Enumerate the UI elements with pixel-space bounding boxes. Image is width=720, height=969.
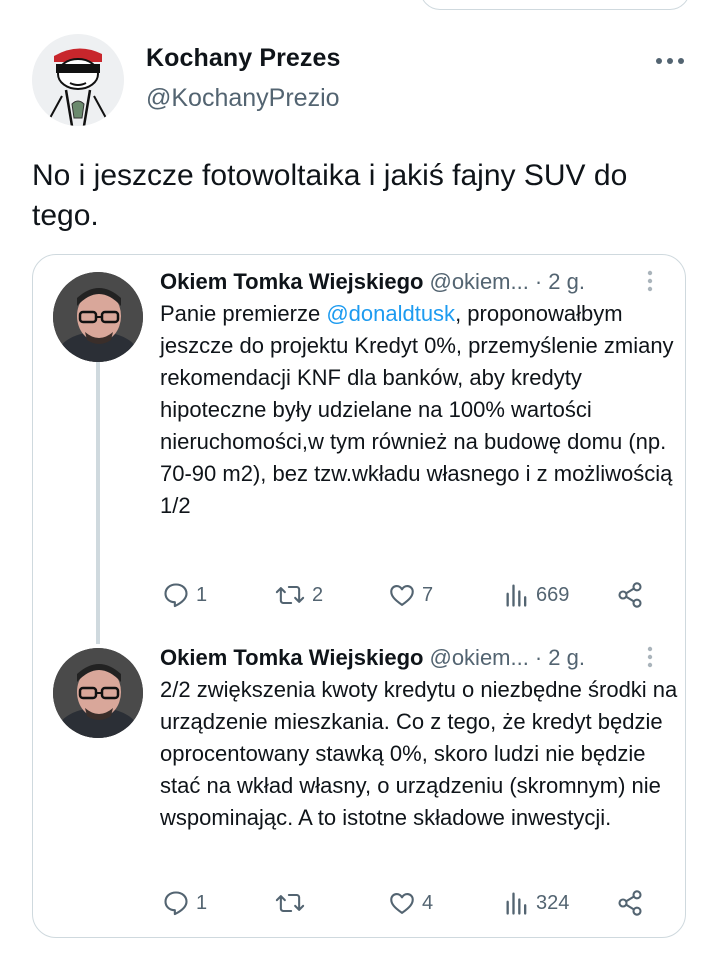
quoted-author-handle[interactable]: @okiem... — [429, 645, 528, 671]
quoted-tweet-actions: 1 2 7 669 — [0, 578, 720, 612]
views-button[interactable]: 669 — [504, 578, 569, 612]
quoted-author-avatar[interactable] — [53, 272, 143, 362]
quoted-text-rest: , proponowałbym jeszcze do projektu Kred… — [160, 301, 674, 518]
like-button[interactable]: 7 — [388, 578, 433, 612]
share-icon — [618, 890, 642, 916]
quoted-tweet-header: Okiem Tomka Wiejskiego @okiem... · 2 g. — [160, 642, 585, 674]
quoted-tweet-time[interactable]: · 2 g. — [535, 645, 585, 671]
heart-icon — [390, 584, 414, 606]
reply-button[interactable]: 1 — [162, 886, 207, 920]
author-handle[interactable]: @KochanyPrezio — [146, 84, 340, 113]
retweet-button[interactable] — [274, 886, 312, 920]
tweet-text: No i jeszcze fotowoltaika i jakiś fajny … — [32, 159, 628, 232]
views-count: 669 — [536, 583, 570, 606]
reply-count: 1 — [196, 891, 208, 914]
quoted-tweet-text: Panie premierze @donaldtusk, proponowałb… — [160, 298, 680, 522]
retweet-icon — [275, 893, 305, 913]
retweet-icon — [275, 585, 305, 605]
quoted-author-name[interactable]: Okiem Tomka Wiejskiego — [160, 269, 423, 295]
mention-link[interactable]: @donaldtusk — [326, 301, 455, 326]
reply-icon — [164, 891, 188, 916]
quoted-author-handle[interactable]: @okiem... — [429, 269, 528, 295]
reply-button[interactable]: 1 — [162, 578, 207, 612]
like-button[interactable]: 4 — [388, 886, 433, 920]
author-avatar[interactable] — [32, 34, 124, 126]
more-options-icon[interactable] — [650, 46, 690, 76]
views-count: 324 — [536, 891, 570, 914]
share-button[interactable] — [616, 578, 644, 612]
quoted-more-options-icon[interactable] — [640, 266, 660, 296]
like-count: 7 — [422, 583, 434, 606]
reply-icon — [164, 583, 188, 608]
retweet-button[interactable]: 2 — [274, 578, 323, 612]
reply-count: 1 — [196, 583, 208, 606]
views-button[interactable]: 324 — [504, 886, 569, 920]
quoted-tweet-header: Okiem Tomka Wiejskiego @okiem... · 2 g. — [160, 266, 585, 298]
quoted-author-avatar[interactable] — [53, 648, 143, 738]
quoted-text-start: Panie premierze — [160, 301, 327, 326]
like-count: 4 — [422, 891, 434, 914]
share-icon — [618, 582, 642, 608]
views-chart-icon — [506, 892, 527, 915]
person-photo-icon — [53, 272, 143, 362]
quoted-author-name[interactable]: Okiem Tomka Wiejskiego — [160, 645, 423, 671]
quoted-tweet-time[interactable]: · 2 g. — [535, 269, 585, 295]
previous-action-pill[interactable] — [420, 0, 690, 10]
quoted-tweet-text: 2/2 zwiększenia kwoty kredytu o niezbędn… — [160, 677, 678, 830]
share-button[interactable] — [616, 886, 644, 920]
retweet-count: 2 — [312, 583, 324, 606]
quoted-tweet-actions: 1 4 324 — [0, 886, 720, 920]
avatar-cartoon-icon — [32, 34, 124, 126]
person-photo-icon — [53, 648, 143, 738]
author-name[interactable]: Kochany Prezes — [146, 44, 341, 73]
views-chart-icon — [506, 584, 527, 607]
quoted-more-options-icon[interactable] — [640, 642, 660, 672]
heart-icon — [390, 892, 414, 914]
